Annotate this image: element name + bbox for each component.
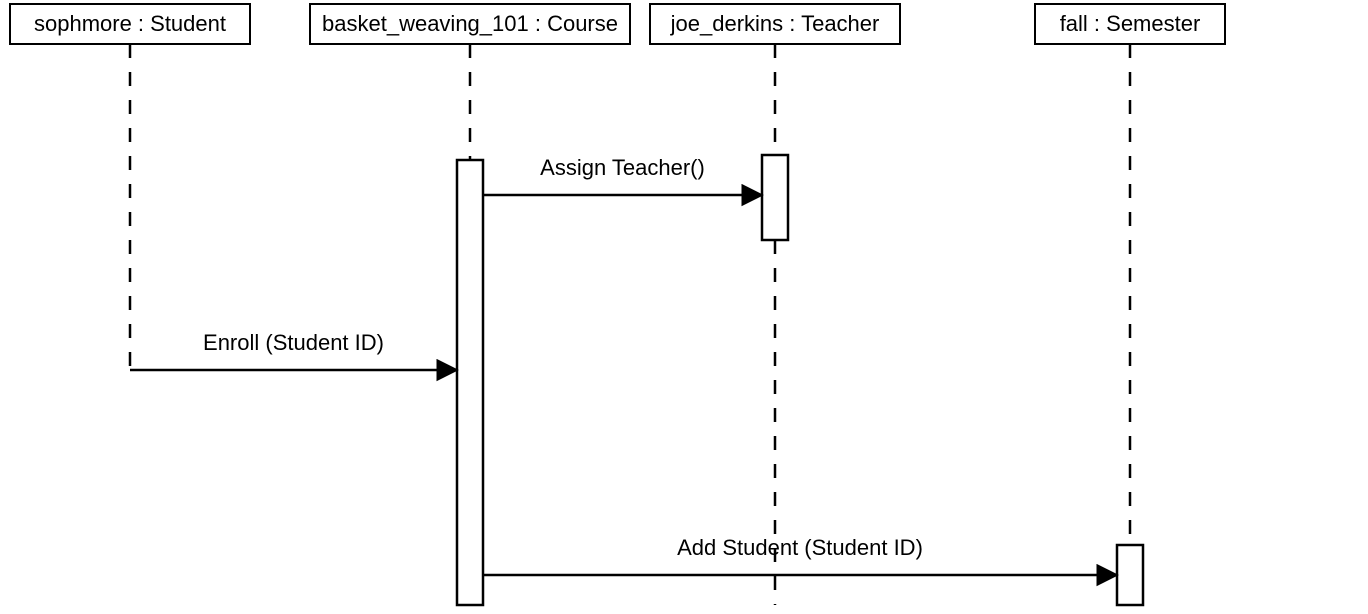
activation-course	[457, 160, 483, 605]
activation-semester	[1117, 545, 1143, 605]
participant-label-course: basket_weaving_101 : Course	[322, 11, 618, 36]
participant-label-teacher: joe_derkins : Teacher	[670, 11, 880, 36]
message-label-0: Assign Teacher()	[540, 155, 705, 180]
message-label-1: Enroll (Student ID)	[203, 330, 384, 355]
participant-label-semester: fall : Semester	[1060, 11, 1201, 36]
message-label-2: Add Student (Student ID)	[677, 535, 923, 560]
participant-label-student: sophmore : Student	[34, 11, 226, 36]
activation-teacher	[762, 155, 788, 240]
